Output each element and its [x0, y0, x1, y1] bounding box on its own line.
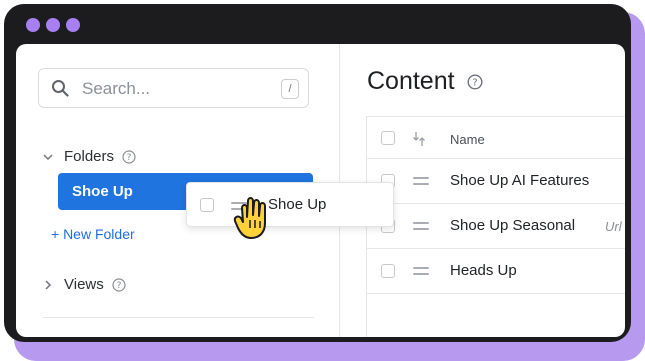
drag-preview-label: Shoe Up: [268, 196, 327, 213]
page-title-text: Content: [367, 67, 455, 95]
table-row[interactable]: Shoe Up AI Features: [367, 159, 625, 204]
help-icon[interactable]: ?: [467, 73, 483, 90]
content-table: Name Shoe Up AI Features Shoe Up Seasona…: [366, 116, 625, 337]
search-input[interactable]: Search... /: [38, 68, 309, 108]
search-placeholder: Search...: [82, 79, 151, 98]
table-header-row: Name: [367, 117, 625, 159]
window-dot-close[interactable]: [26, 18, 40, 32]
window-dot-minimize[interactable]: [46, 18, 60, 32]
views-label: Views: [64, 276, 104, 293]
help-icon[interactable]: ?: [122, 149, 136, 164]
new-folder-link[interactable]: + New Folder: [51, 226, 135, 242]
row-tag: Url: [605, 219, 622, 234]
folders-label: Folders: [64, 148, 115, 165]
row-checkbox[interactable]: [381, 264, 395, 278]
folder-item-label: Shoe Up: [72, 183, 133, 200]
folders-section-header[interactable]: Folders ?: [42, 148, 136, 165]
drag-handle-icon[interactable]: [413, 222, 429, 234]
table-row[interactable]: Shoe Up Seasonal Url: [367, 204, 625, 249]
svg-text:?: ?: [116, 281, 121, 291]
grab-hand-cursor-icon: [233, 197, 266, 239]
app-window: Search... / Folders ? Shoe Up + New Fold…: [4, 4, 631, 342]
svg-text:?: ?: [127, 153, 132, 163]
drag-preview[interactable]: Shoe Up: [186, 182, 394, 227]
row-name: Shoe Up Seasonal: [450, 217, 576, 234]
select-all-checkbox[interactable]: [381, 131, 395, 145]
drag-handle-icon[interactable]: [413, 267, 429, 279]
search-icon: [52, 80, 69, 97]
chevron-down-icon: [43, 153, 53, 160]
sort-icon[interactable]: [412, 130, 426, 148]
window-dot-maximize[interactable]: [66, 18, 80, 32]
drag-handle-icon[interactable]: [413, 177, 429, 189]
svg-text:?: ?: [472, 77, 477, 88]
search-shortcut-key: /: [281, 79, 299, 99]
window-controls: [26, 18, 80, 32]
chevron-right-icon: [45, 279, 52, 290]
drag-preview-checkbox: [200, 198, 214, 212]
page-title: Content ?: [367, 67, 483, 96]
views-section-header[interactable]: Views ?: [42, 276, 126, 293]
column-header-name[interactable]: Name: [450, 132, 485, 147]
table-row[interactable]: Heads Up: [367, 249, 625, 294]
row-name: Heads Up: [450, 262, 517, 279]
sidebar-divider: [43, 317, 314, 318]
help-icon[interactable]: ?: [112, 277, 126, 292]
row-name: Shoe Up AI Features: [450, 172, 590, 189]
app-screen: Search... / Folders ? Shoe Up + New Fold…: [16, 44, 625, 337]
